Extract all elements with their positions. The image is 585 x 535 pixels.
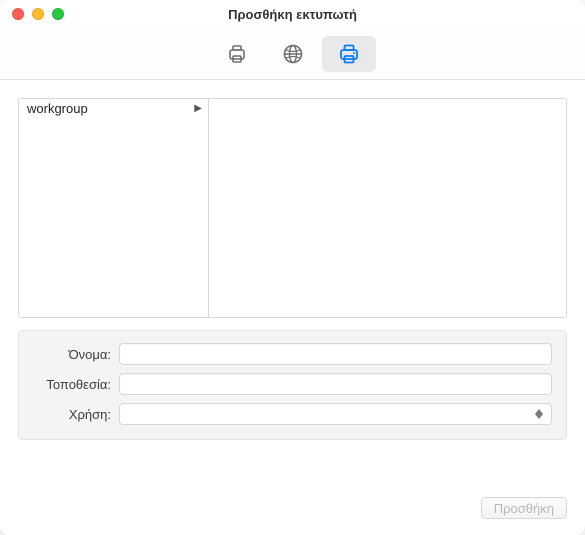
toolbar-tab-windows[interactable] xyxy=(322,36,376,72)
traffic-lights xyxy=(12,8,64,20)
add-button-label: Προσθήκη xyxy=(494,501,554,516)
browser-column-workgroups[interactable]: workgroup ▶ xyxy=(19,99,209,317)
toolbar xyxy=(0,28,585,80)
footer: Προσθήκη xyxy=(0,493,585,535)
updown-arrows-icon xyxy=(531,406,547,422)
browser-item-workgroup[interactable]: workgroup ▶ xyxy=(19,99,208,118)
toolbar-tab-default[interactable] xyxy=(210,36,264,72)
minimize-window-button[interactable] xyxy=(32,8,44,20)
globe-icon xyxy=(281,42,305,66)
chevron-right-icon: ▶ xyxy=(194,103,202,114)
toolbar-tab-ip[interactable] xyxy=(266,36,320,72)
use-select[interactable] xyxy=(119,403,552,425)
use-label: Χρήση: xyxy=(33,407,119,422)
location-label: Τοποθεσία: xyxy=(33,377,119,392)
smb-browser: workgroup ▶ xyxy=(18,98,567,318)
browser-column-printers[interactable] xyxy=(209,99,566,317)
printer-icon xyxy=(225,42,249,66)
printer-details-section: Όνομα: Τοποθεσία: Χρήση: xyxy=(18,330,567,440)
zoom-window-button[interactable] xyxy=(52,8,64,20)
location-input[interactable] xyxy=(119,373,552,395)
browser-item-label: workgroup xyxy=(27,101,88,116)
window-title: Προσθήκη εκτυπωτή xyxy=(0,7,585,22)
add-button[interactable]: Προσθήκη xyxy=(481,497,567,519)
add-printer-window: Προσθήκη εκτυπωτή xyxy=(0,0,585,535)
content-area: workgroup ▶ Όνομα: Τοποθεσία: Χρήση: xyxy=(0,80,585,493)
name-label: Όνομα: xyxy=(33,347,119,362)
printer-advanced-icon xyxy=(337,42,361,66)
close-window-button[interactable] xyxy=(12,8,24,20)
name-input[interactable] xyxy=(119,343,552,365)
titlebar: Προσθήκη εκτυπωτή xyxy=(0,0,585,28)
